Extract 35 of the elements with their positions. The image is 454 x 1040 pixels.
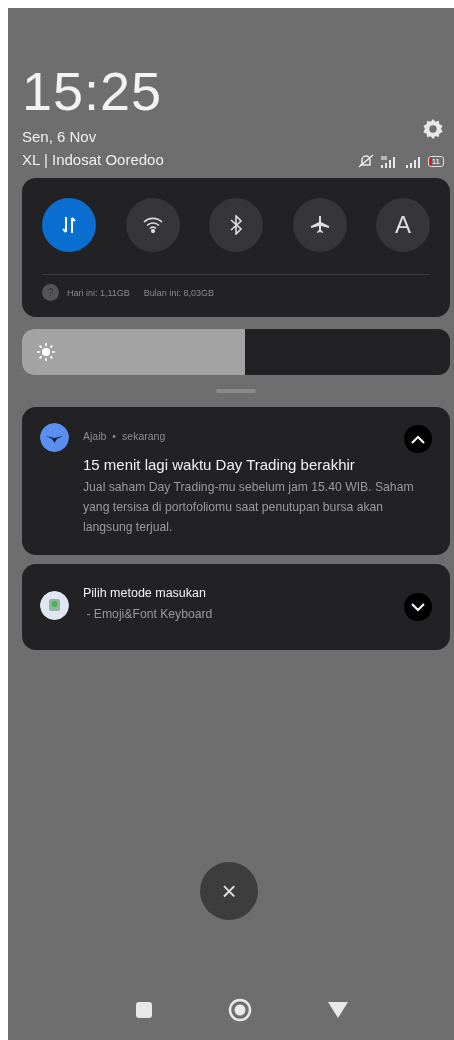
collapse-button[interactable] bbox=[404, 425, 432, 453]
separator-dot: • bbox=[112, 430, 117, 442]
notification-card[interactable]: Ajaib • sekarang 15 menit lagi waktu Day Trading berakhir Jual saham Day Trading-mu sebelum jam 15.40 WIB. Saham yang tersisa di portofoliomu saat penutupan bursa akan langsung terjual. bbox=[22, 407, 450, 555]
data-month: Bulan ini: 8,03GB bbox=[143, 287, 214, 298]
carrier-name: XL | Indosat Ooredoo bbox=[22, 151, 164, 168]
home-icon[interactable] bbox=[228, 998, 252, 1022]
clock-time: 15:25 bbox=[22, 64, 164, 118]
clear-all-button[interactable]: × bbox=[200, 862, 258, 920]
notification-time: sekarang bbox=[122, 430, 166, 442]
expand-button[interactable] bbox=[404, 593, 432, 621]
notification-title: Pilih metode masukan bbox=[83, 586, 207, 600]
wifi-icon bbox=[142, 217, 163, 233]
date-text: Sen, 6 Nov bbox=[22, 128, 98, 145]
notification-title: 15 menit lagi waktu Day Trading berakhir bbox=[83, 456, 356, 473]
settings-icon[interactable] bbox=[422, 118, 444, 140]
data-toggle[interactable] bbox=[42, 198, 96, 252]
notification-card[interactable]: Pilih metode masukan - Emoji&Font Keyboard bbox=[22, 564, 450, 650]
auto-brightness-toggle[interactable]: A bbox=[376, 198, 430, 252]
brightness-slider[interactable] bbox=[22, 329, 450, 375]
data-transfer-icon bbox=[62, 216, 76, 234]
back-icon[interactable] bbox=[328, 1002, 348, 1018]
airplane-icon bbox=[309, 215, 330, 235]
chevron-up-icon bbox=[411, 434, 425, 444]
bird-app-icon bbox=[40, 423, 69, 452]
notification-body: - Emoji&Font Keyboard bbox=[85, 606, 214, 623]
battery-level: 11 bbox=[427, 155, 444, 167]
chevron-down-icon bbox=[411, 602, 425, 612]
sun-icon bbox=[36, 342, 56, 362]
bluetooth-icon bbox=[230, 215, 242, 235]
notification-body: Jual saham Day Trading-mu sebelum jam 15.40 WIB. Saham yang tersisa di portofoliomu saat penutupan bursa akan langsung terjual. bbox=[83, 479, 415, 536]
signal-icon bbox=[404, 154, 423, 168]
keyboard-app-icon bbox=[40, 590, 69, 620]
data-today: Hari ini: 1,11GB bbox=[67, 287, 130, 298]
bell-muted-icon bbox=[356, 154, 375, 168]
app-name: Ajaib bbox=[83, 430, 107, 442]
